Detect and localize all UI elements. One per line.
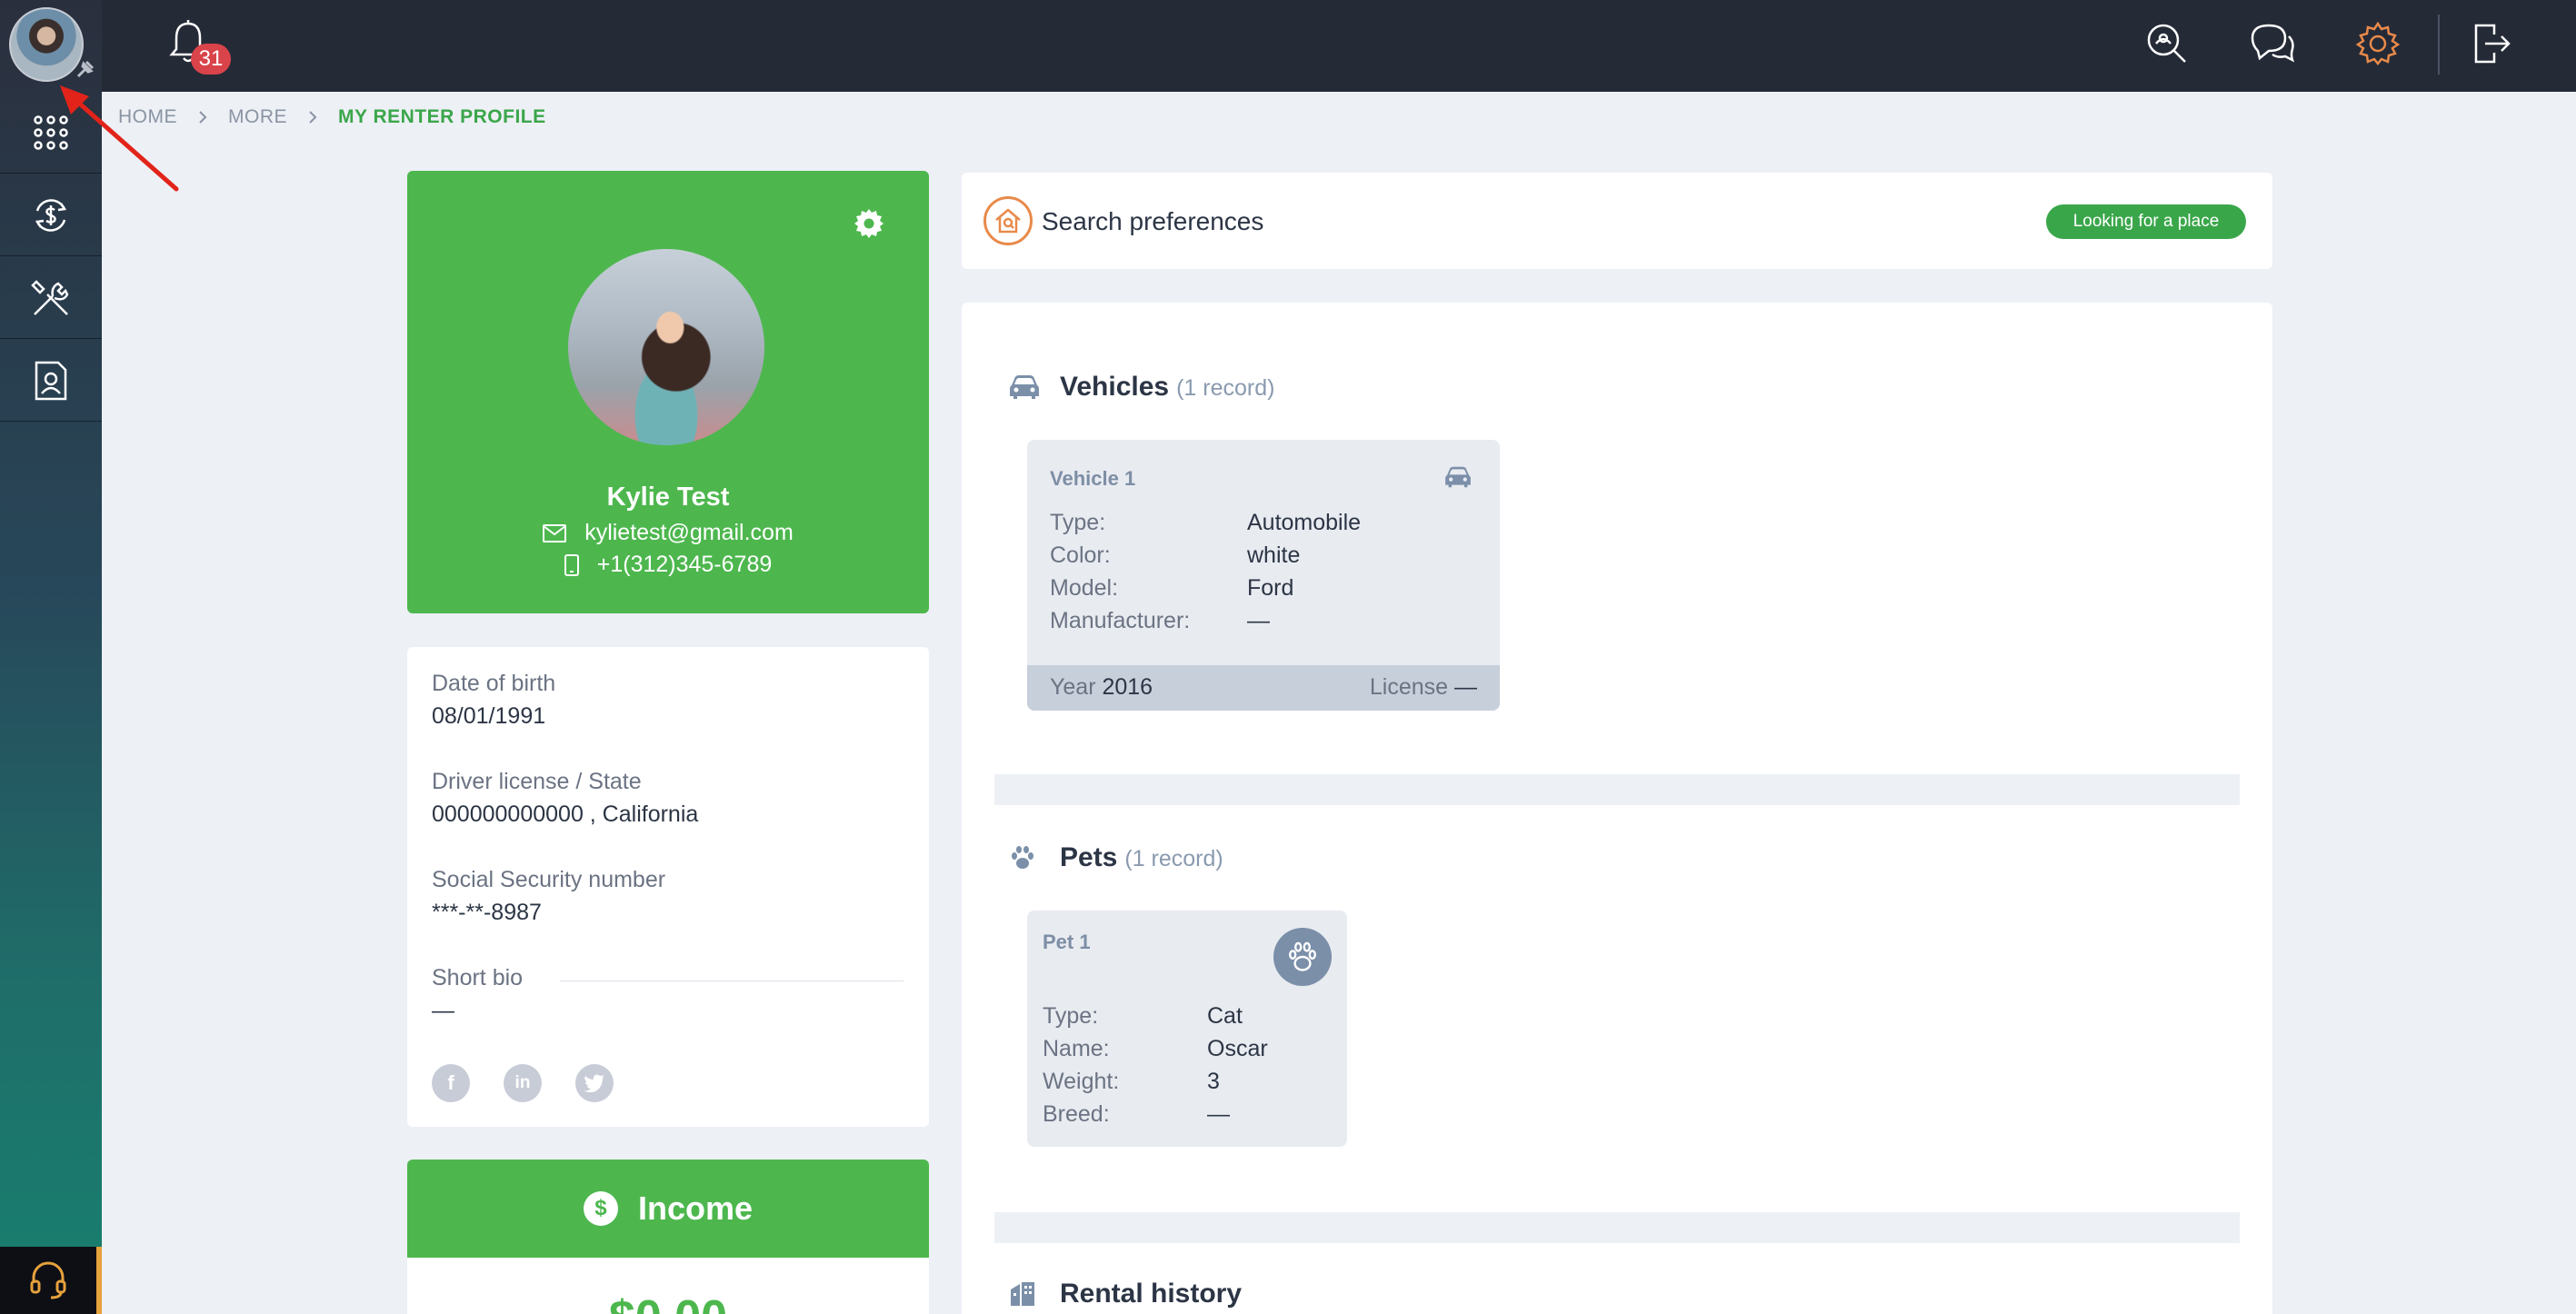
ssn-value: ***-**-8987 xyxy=(432,900,542,925)
vehicle-card-footer: Year 2016 License — xyxy=(1027,665,1500,711)
income-amount: $0.00 xyxy=(407,1290,929,1314)
vehicle-key: Color: xyxy=(1050,543,1111,568)
income-header: $ Income xyxy=(407,1160,929,1258)
profile-settings-icon[interactable] xyxy=(853,207,885,240)
pet-card-title: Pet 1 xyxy=(1043,931,1091,953)
support-button[interactable] xyxy=(0,1247,102,1314)
breadcrumb-current: MY RENTER PROFILE xyxy=(338,106,546,127)
vehicle-card-title: Vehicle 1 xyxy=(1050,467,1136,490)
settings-gear-icon[interactable] xyxy=(2354,20,2401,67)
maintenance-button[interactable] xyxy=(0,257,102,339)
phone-icon xyxy=(564,553,579,576)
topbar-divider xyxy=(2438,15,2440,75)
status-badge: Looking for a place xyxy=(2046,204,2246,239)
pets-section-title: Pets (1 record) xyxy=(1060,842,1223,873)
email-row: kylietest@gmail.com xyxy=(407,520,929,546)
vehicles-section-title: Vehicles (1 record) xyxy=(1060,372,1274,403)
vehicles-title: Vehicles xyxy=(1060,372,1170,402)
chevron-right-icon xyxy=(307,110,318,124)
vehicle-license: License — xyxy=(1370,674,1477,701)
paw-icon xyxy=(1009,844,1036,871)
pet-key: Type: xyxy=(1043,1003,1099,1029)
vehicle-value: Automobile xyxy=(1247,510,1362,535)
license-label: Driver license / State xyxy=(432,769,642,794)
headset-icon xyxy=(27,1259,69,1301)
mail-icon xyxy=(543,523,567,543)
breadcrumb-home[interactable]: HOME xyxy=(118,106,177,128)
pet-value: 3 xyxy=(1207,1069,1220,1094)
section-separator xyxy=(994,774,2240,805)
personal-info-card: Date of birth 08/01/1991 Driver license … xyxy=(407,647,929,1127)
annotation-arrow xyxy=(60,85,179,192)
breadcrumb-more[interactable]: MORE xyxy=(228,106,287,128)
building-icon xyxy=(1009,1280,1036,1308)
pet-value: — xyxy=(1207,1101,1230,1127)
tools-icon xyxy=(29,276,73,320)
pet-key: Name: xyxy=(1043,1036,1110,1061)
contact-card-icon xyxy=(33,359,69,403)
vehicle-license-value: — xyxy=(1454,674,1477,700)
pet-card[interactable]: Pet 1 Type: Cat Name: Oscar Weight: 3 Br… xyxy=(1027,911,1347,1147)
search-icon[interactable] xyxy=(2143,20,2191,67)
license-value: 000000000000 , California xyxy=(432,801,699,827)
dob-value: 08/01/1991 xyxy=(432,703,546,729)
car-icon xyxy=(1009,373,1040,401)
facebook-icon[interactable]: f xyxy=(432,1064,470,1102)
notification-badge: 31 xyxy=(191,44,231,75)
chat-icon[interactable] xyxy=(2249,20,2296,67)
home-search-icon xyxy=(983,196,1033,245)
income-title: Income xyxy=(637,1190,754,1227)
pets-title: Pets xyxy=(1060,842,1118,872)
income-body: $0.00 xyxy=(407,1258,929,1314)
profile-card: Kylie Test kylietest@gmail.com +1(312)34… xyxy=(407,171,929,613)
search-preferences-title: Search preferences xyxy=(1042,207,1264,235)
car-icon xyxy=(1444,465,1472,489)
breadcrumb: HOME MORE MY RENTER PROFILE xyxy=(118,105,546,129)
vehicle-value: white xyxy=(1247,543,1301,568)
vehicle-year-value: 2016 xyxy=(1102,674,1153,700)
pets-count: (1 record) xyxy=(1124,846,1223,871)
profile-name: Kylie Test xyxy=(606,483,730,512)
vehicles-count: (1 record) xyxy=(1176,375,1275,401)
dob-label: Date of birth xyxy=(432,671,556,696)
profile-photo xyxy=(568,249,764,445)
profile-email[interactable]: kylietest@gmail.com xyxy=(584,520,794,546)
top-bar: 31 xyxy=(102,0,2576,92)
vehicle-license-label: License xyxy=(1369,674,1449,700)
vehicle-value: — xyxy=(1247,608,1270,633)
vehicle-card[interactable]: Vehicle 1 Type: Automobile Color: white … xyxy=(1027,440,1500,711)
rental-history-title: Rental history xyxy=(1060,1279,1243,1309)
dollar-icon: $ xyxy=(583,1191,618,1226)
records-panel: Vehicles (1 record) Vehicle 1 Type: Autom… xyxy=(962,303,2272,1314)
logout-icon[interactable] xyxy=(2471,20,2512,67)
pet-key: Breed: xyxy=(1043,1101,1110,1127)
ssn-label: Social Security number xyxy=(432,867,666,892)
profile-button[interactable] xyxy=(0,340,102,422)
pin-icon[interactable] xyxy=(73,56,98,82)
bio-label: Short bio xyxy=(432,965,524,990)
twitter-icon[interactable] xyxy=(575,1064,614,1102)
dollar-cycle-icon xyxy=(30,194,72,236)
vehicle-value: Ford xyxy=(1247,575,1294,601)
phone-row: +1(312)345-6789 xyxy=(407,552,929,578)
vehicle-key: Type: xyxy=(1050,510,1106,535)
linkedin-icon[interactable]: in xyxy=(504,1064,542,1102)
profile-phone[interactable]: +1(312)345-6789 xyxy=(597,552,773,578)
vehicle-key: Model: xyxy=(1050,575,1119,601)
vehicle-year: Year 2016 xyxy=(1050,674,1153,701)
search-preferences-bar[interactable]: Search preferences Looking for a place xyxy=(962,173,2272,269)
chevron-right-icon xyxy=(197,110,208,124)
vehicle-year-label: Year xyxy=(1050,674,1096,700)
bio-value: — xyxy=(432,998,454,1023)
paw-icon xyxy=(1273,928,1332,986)
vehicle-key: Manufacturer: xyxy=(1050,608,1191,633)
section-separator xyxy=(994,1212,2240,1243)
pet-value: Oscar xyxy=(1207,1036,1268,1061)
pet-key: Weight: xyxy=(1043,1069,1120,1094)
pet-value: Cat xyxy=(1207,1003,1243,1029)
